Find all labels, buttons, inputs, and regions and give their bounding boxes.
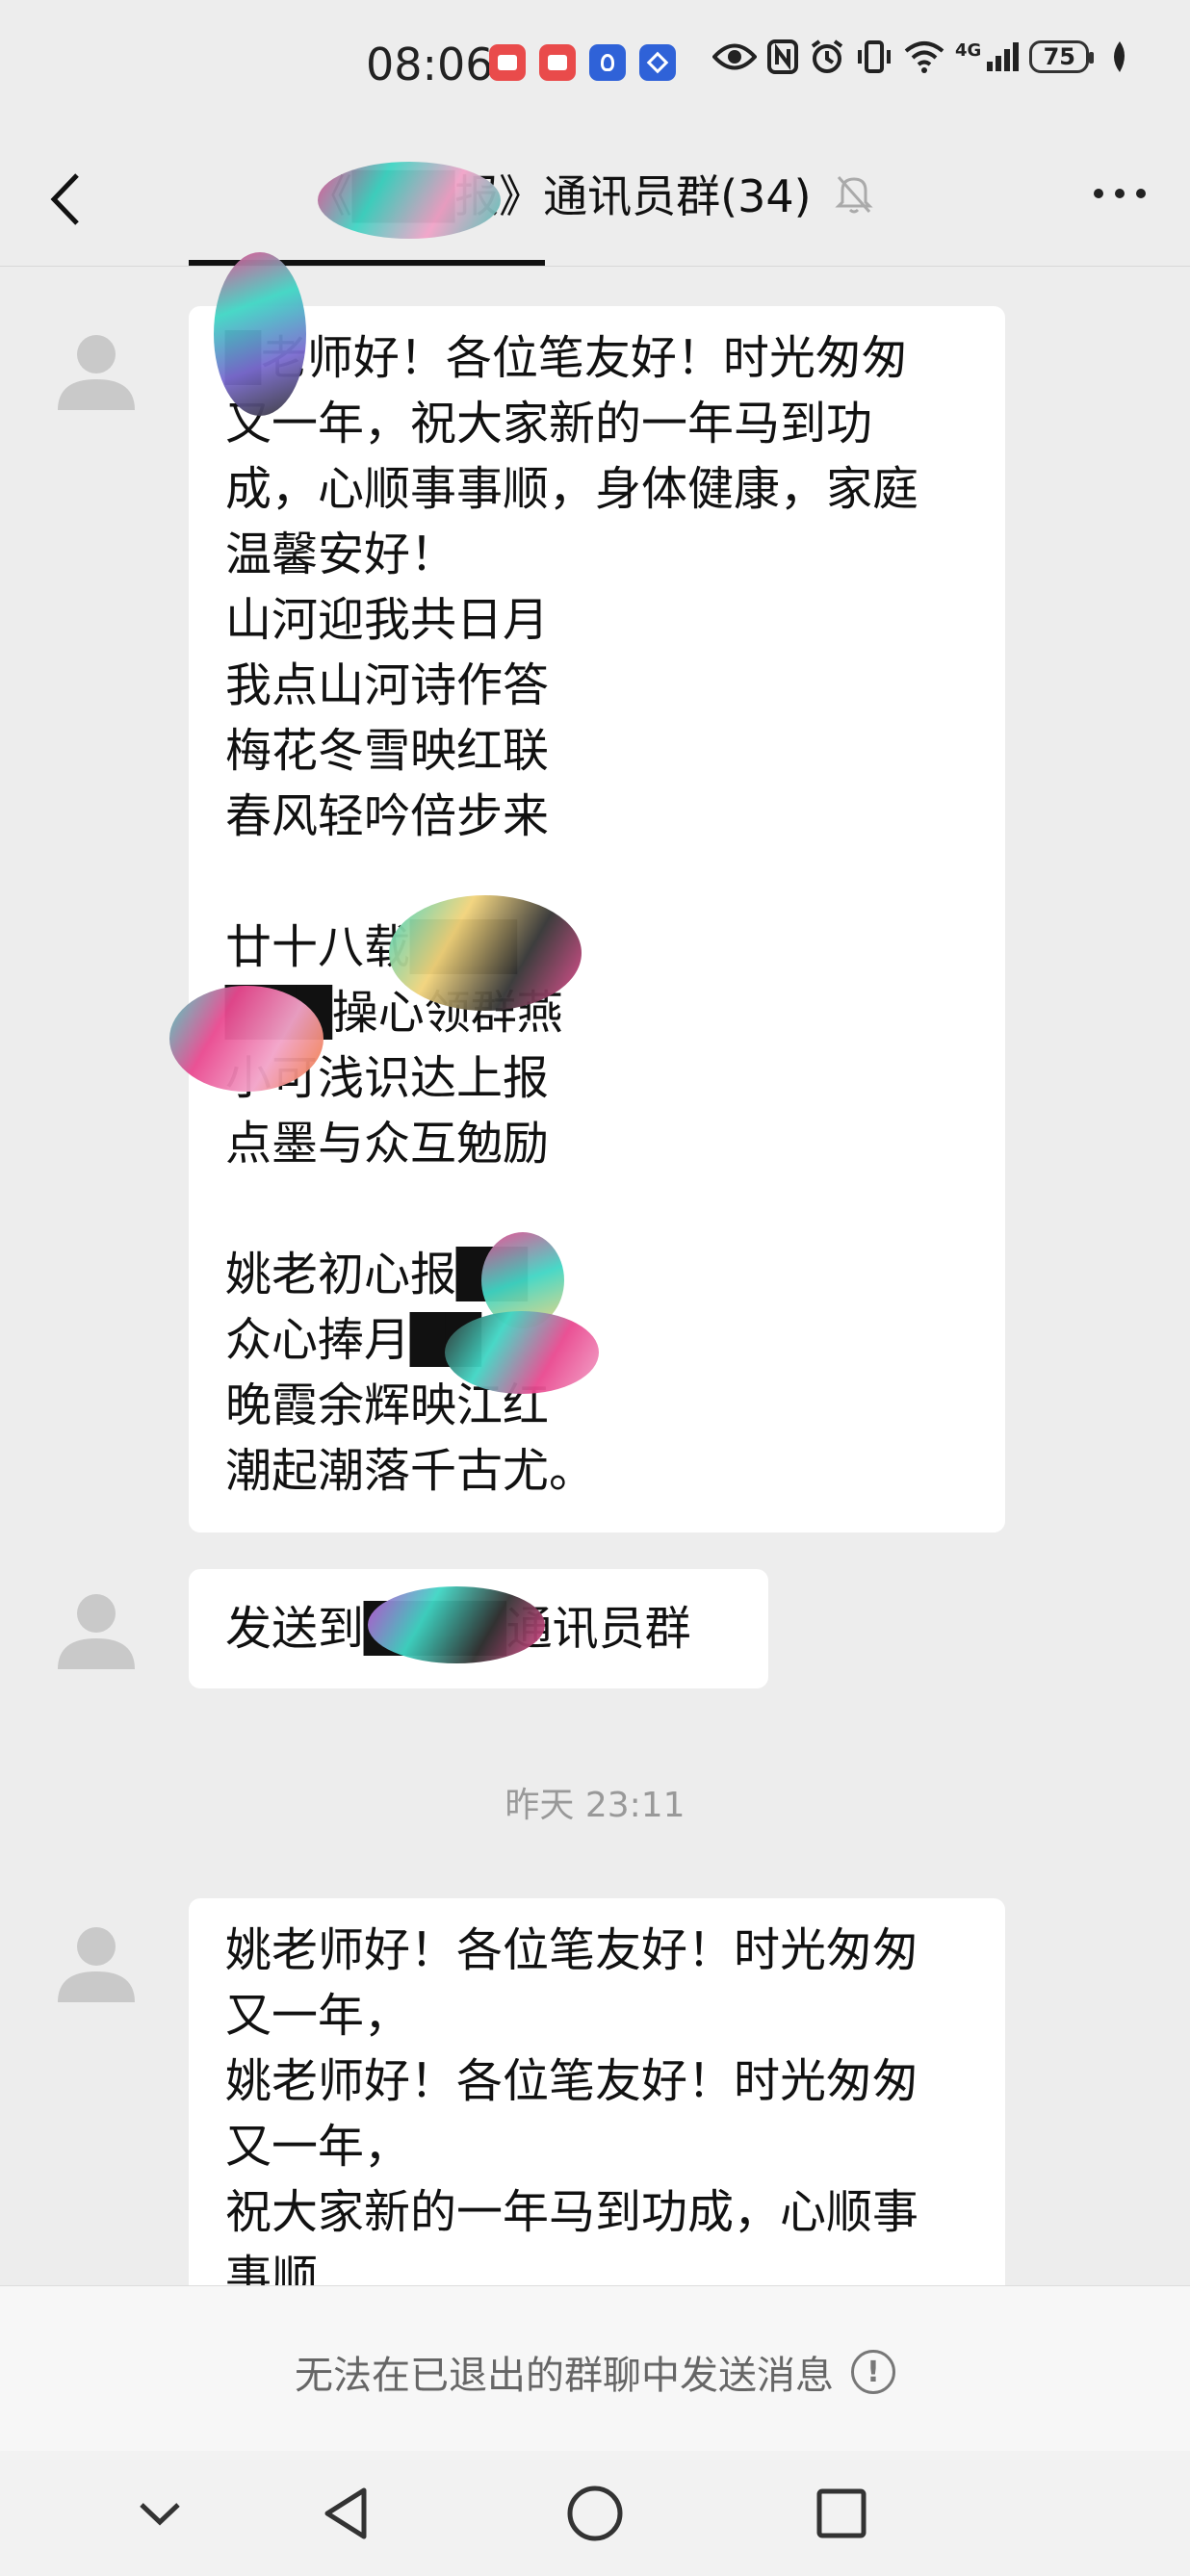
- message-line: 我点山河诗作答: [225, 658, 550, 712]
- avatar[interactable]: [52, 1586, 141, 1675]
- blur-scribble: [318, 162, 501, 239]
- message-line: 祝大家新的一年马到功成，心顺事: [225, 2185, 919, 2239]
- message-line: 春风轻吟倍步来: [225, 789, 550, 843]
- battery-level: 75: [1043, 43, 1076, 70]
- message-line: 点墨与众互勉励: [225, 1117, 550, 1171]
- back-icon[interactable]: [39, 166, 96, 233]
- blur-scribble: [214, 252, 306, 416]
- avatar[interactable]: [52, 1919, 141, 2008]
- bulb-notification-icon: [589, 44, 626, 81]
- message-line: 姚老师好！各位笔友好！时光匆匆: [225, 2054, 919, 2108]
- message-line: 众心捧月██: [225, 1313, 481, 1367]
- blur-scribble: [368, 1586, 545, 1663]
- signal-icon: [987, 42, 1020, 71]
- message-line: 廿十八载███: [225, 920, 517, 974]
- input-disabled-bar: 无法在已退出的群聊中发送消息 !: [0, 2285, 1190, 2452]
- message-line: 姚老师好！各位笔友好！时光匆匆: [225, 1923, 919, 1977]
- diamond-notification-icon: [639, 44, 676, 81]
- notice-text: 无法在已退出的群聊中发送消息: [295, 2354, 834, 2398]
- wifi-icon: [904, 41, 944, 73]
- notification-icons: [489, 44, 676, 81]
- message-line: 温馨安好！: [225, 528, 457, 581]
- info-icon[interactable]: !: [851, 2350, 895, 2394]
- mute-bell-icon: [834, 176, 873, 214]
- message-line: 梅花冬雪映红联: [225, 724, 550, 778]
- alarm-icon: [811, 39, 843, 73]
- message-line: 又一年，: [225, 2120, 411, 2174]
- nfc-icon: [767, 39, 798, 74]
- message-line: [225, 849, 969, 914]
- eye-icon: [712, 43, 757, 70]
- blur-scribble: [169, 986, 323, 1092]
- status-bar: 08:06 4G 75: [0, 0, 1190, 131]
- leaf-icon: [1114, 41, 1125, 72]
- message-line: [225, 1176, 969, 1242]
- message-line: 又一年，: [225, 1989, 411, 2043]
- timestamp: 昨天 23:11: [504, 1786, 686, 1825]
- system-navigation-bar: [0, 2451, 1190, 2576]
- network-type: 4G: [955, 39, 982, 61]
- message-line: 又一年，祝大家新的一年马到功: [225, 397, 873, 451]
- nav-back-icon[interactable]: [308, 2480, 385, 2547]
- avatar[interactable]: [52, 327, 141, 416]
- system-icons: 4G 75: [712, 39, 1131, 75]
- message-line: 成，心顺事事顺，身体健康，家庭: [225, 462, 919, 516]
- app-notification-icon: [489, 44, 526, 81]
- message-line: █老师好！各位笔友好！时光匆匆: [225, 331, 908, 385]
- blur-scribble: [389, 895, 582, 1011]
- chat-header: 《███报》通讯员群(34): [0, 131, 1190, 267]
- notice: 无法在已退出的群聊中发送消息 !: [0, 2344, 1190, 2400]
- message-line: 晚霞余辉映江红: [225, 1378, 550, 1432]
- message-line: 潮起潮落千古尤。: [225, 1444, 596, 1498]
- blur-scribble: [445, 1311, 599, 1394]
- message-line: 小可浅识达上报: [225, 1051, 550, 1105]
- message-line: 姚老初心报██: [225, 1248, 528, 1301]
- hide-keyboard-icon[interactable]: [121, 2480, 198, 2547]
- message-line: ███操心领群燕: [225, 986, 563, 1040]
- nav-recents-icon[interactable]: [803, 2480, 880, 2547]
- nav-home-icon[interactable]: [556, 2480, 634, 2547]
- vibrate-icon: [858, 40, 891, 73]
- battery-indicator: 75: [1029, 40, 1095, 73]
- more-icon[interactable]: [1094, 189, 1146, 198]
- message-line: 山河迎我共日月: [225, 593, 550, 647]
- message-bubble[interactable]: 姚老师好！各位笔友好！时光匆匆 又一年， 姚老师好！各位笔友好！时光匆匆 又一年…: [189, 1898, 1005, 2322]
- app-notification-icon: [539, 44, 576, 81]
- status-time: 08:06: [366, 39, 494, 90]
